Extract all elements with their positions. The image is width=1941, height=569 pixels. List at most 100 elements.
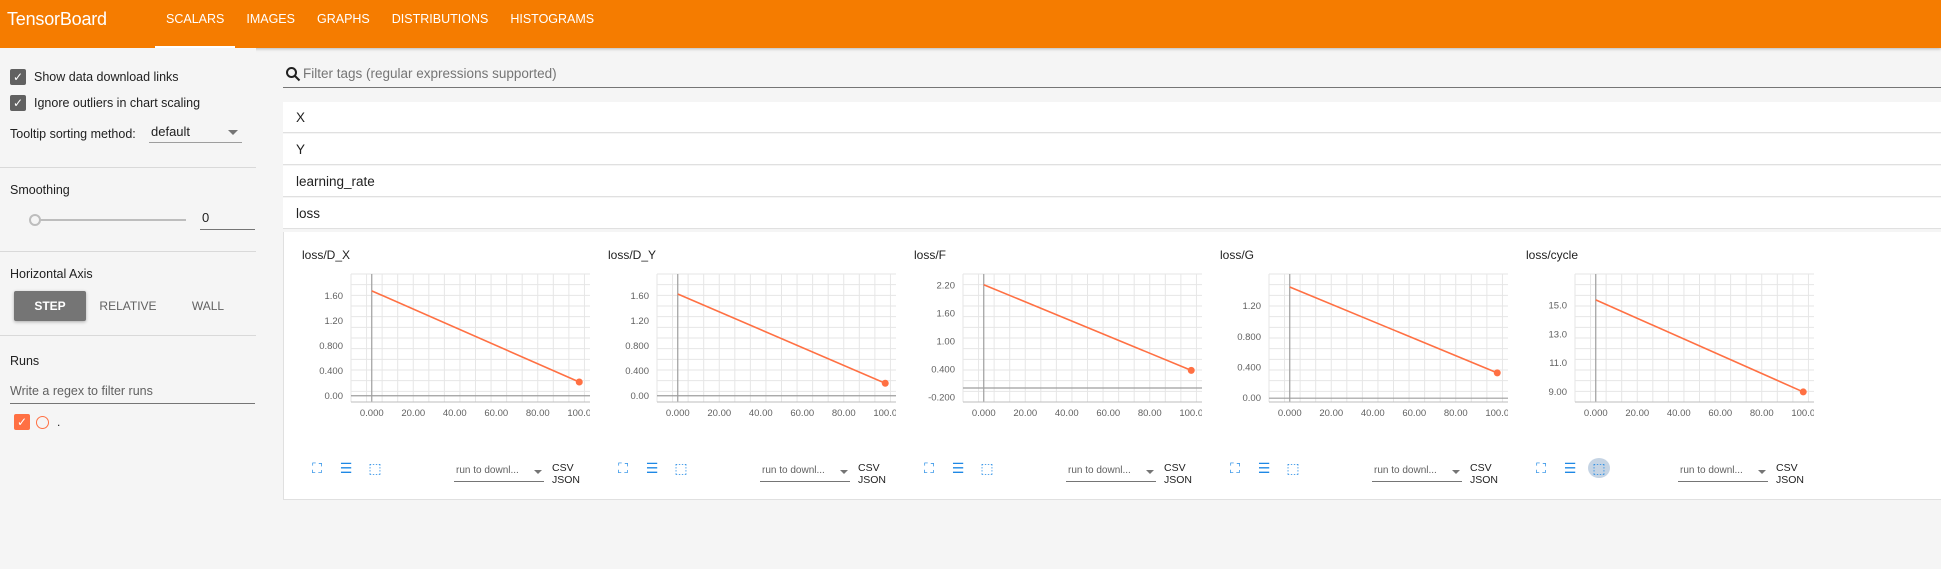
run-download-select[interactable]: run to downl... [454, 460, 544, 482]
chart-title: loss/D_Y [608, 248, 657, 262]
fullscreen-icon[interactable]: ⛶ [306, 458, 328, 478]
category-loss[interactable]: loss [283, 198, 1941, 229]
x-tick-label: 0.000 [666, 408, 690, 419]
smoothing-input[interactable]: 0 [200, 206, 255, 230]
x-tick-label: 0.000 [360, 408, 384, 419]
tab-graphs[interactable]: GRAPHS [306, 0, 381, 48]
series-endpoint [575, 378, 583, 386]
tooltip-sorting-select[interactable]: default [149, 121, 242, 143]
x-tick-label: 20.00 [1319, 408, 1343, 419]
chart-card: loss/D_Y 1.60 1.20 0.800 0.400 0.00 0.000 20.00… [590, 232, 896, 500]
line-chart: 1.60 1.20 0.800 0.400 0.00 0.000 20.00 40.00 60.… [319, 273, 590, 419]
x-tick-label: 40.00 [1361, 408, 1385, 419]
y-tick-label: 1.20 [631, 316, 650, 327]
csv-json-links[interactable]: CSV JSON [1776, 462, 1814, 486]
y-tick-label: 0.400 [319, 366, 343, 377]
x-tick-label: 100.0 [1791, 408, 1814, 419]
dropdown-arrow-icon [840, 470, 848, 474]
show-download-links-checkbox[interactable]: ✓ Show data download links [10, 69, 179, 85]
y-tick-label: 9.00 [1549, 387, 1568, 398]
x-tick-label: 100.0 [1179, 408, 1202, 419]
tab-scalars[interactable]: SCALARS [155, 0, 236, 48]
y-tick-label: 0.00 [1243, 393, 1262, 404]
axis-step-button[interactable]: STEP [14, 291, 86, 321]
series-endpoint [1799, 388, 1807, 396]
dropdown-arrow-icon [534, 470, 542, 474]
run-download-select[interactable]: run to downl... [1678, 460, 1768, 482]
x-tick-label: 80.00 [1750, 408, 1774, 419]
tooltip-sorting-label: Tooltip sorting method: [10, 127, 136, 141]
dropdown-arrow-icon [1146, 470, 1154, 474]
tooltip-sorting-value: default [151, 124, 191, 139]
toggle-log-scale-icon[interactable]: ☰ [641, 458, 663, 478]
tag-filter-input[interactable]: Filter tags (regular expressions support… [283, 62, 1941, 88]
run-download-select[interactable]: run to downl... [1372, 460, 1462, 482]
x-tick-label: 40.00 [1667, 408, 1691, 419]
axis-relative-button[interactable]: RELATIVE [92, 291, 164, 321]
fit-domain-icon[interactable]: ⬚ [670, 458, 692, 478]
y-tick-label: 1.00 [937, 336, 956, 347]
fit-domain-icon[interactable]: ⬚ [1282, 458, 1304, 478]
x-tick-label: 20.00 [1625, 408, 1649, 419]
run-name: . [57, 415, 61, 429]
tab-histograms[interactable]: HISTOGRAMS [499, 0, 605, 48]
run-download-select[interactable]: run to downl... [1066, 460, 1156, 482]
x-tick-label: 100.0 [567, 408, 590, 419]
fit-domain-icon[interactable]: ⬚ [364, 458, 386, 478]
axis-wall-button[interactable]: WALL [172, 291, 244, 321]
y-tick-label: 0.800 [319, 341, 343, 352]
runs-filter-input[interactable]: Write a regex to filter runs [10, 380, 255, 404]
y-tick-label: 1.60 [937, 309, 956, 320]
toggle-log-scale-icon[interactable]: ☰ [947, 458, 969, 478]
csv-json-links[interactable]: CSV JSON [552, 462, 590, 486]
category-learning-rate[interactable]: learning_rate [283, 166, 1941, 197]
chart-toolbar: ⛶ ☰ ⬚ [612, 458, 692, 478]
smoothing-slider-track[interactable] [34, 219, 186, 221]
chart-title: loss/F [914, 248, 947, 262]
tag-filter-placeholder: Filter tags (regular expressions support… [303, 66, 557, 81]
fit-domain-icon[interactable]: ⬚ [976, 458, 998, 478]
x-tick-label: 80.00 [1444, 408, 1468, 419]
chart-toolbar: ⛶ ☰ ⬚ [1530, 458, 1610, 478]
y-tick-label: 1.20 [1243, 301, 1262, 312]
smoothing-slider-knob[interactable] [29, 214, 41, 226]
fit-domain-icon[interactable]: ⬚ [1588, 458, 1610, 478]
x-tick-label: 60.00 [1096, 408, 1120, 419]
tab-images[interactable]: IMAGES [235, 0, 306, 48]
y-tick-label: 0.400 [1237, 363, 1261, 374]
x-tick-label: 80.00 [832, 408, 856, 419]
run-download-select[interactable]: run to downl... [760, 460, 850, 482]
chart-title: loss/cycle [1526, 248, 1579, 262]
category-y[interactable]: Y [283, 134, 1941, 165]
x-tick-label: 0.000 [1584, 408, 1608, 419]
run-checkbox-icon[interactable]: ✓ [14, 414, 30, 430]
tab-distributions[interactable]: DISTRIBUTIONS [381, 0, 500, 48]
fullscreen-icon[interactable]: ⛶ [612, 458, 634, 478]
y-tick-label: 1.20 [325, 316, 344, 327]
toggle-log-scale-icon[interactable]: ☰ [335, 458, 357, 478]
y-tick-label: -0.200 [928, 392, 955, 403]
line-chart: 1.60 1.20 0.800 0.400 0.00 0.000 20.00 40.00 60.… [625, 273, 896, 419]
y-tick-label: 0.00 [631, 391, 650, 402]
line-chart: 15.0 13.0 11.0 9.00 0.000 20.00 40.00 60.00 80.0… [1549, 273, 1814, 419]
y-tick-label: 0.400 [931, 364, 955, 375]
csv-json-links[interactable]: CSV JSON [1470, 462, 1508, 486]
chart-card: loss/D_X 1.60 1.20 0.800 0.400 0.00 0.000 20.00… [284, 232, 590, 500]
series-endpoint [1187, 366, 1195, 374]
chart-card: loss/F 2.20 1.60 1.00 0.400 -0.200 0.000 20.00 4… [896, 232, 1202, 500]
fullscreen-icon[interactable]: ⛶ [918, 458, 940, 478]
x-tick-label: 60.00 [484, 408, 508, 419]
toggle-log-scale-icon[interactable]: ☰ [1559, 458, 1581, 478]
csv-json-links[interactable]: CSV JSON [858, 462, 896, 486]
y-tick-label: 1.60 [631, 291, 650, 302]
app-title: TensorBoard [7, 9, 107, 29]
y-tick-label: 13.0 [1549, 329, 1568, 340]
category-x[interactable]: X [283, 102, 1941, 133]
chart-title: loss/G [1220, 248, 1255, 262]
csv-json-links[interactable]: CSV JSON [1164, 462, 1202, 486]
fullscreen-icon[interactable]: ⛶ [1224, 458, 1246, 478]
toggle-log-scale-icon[interactable]: ☰ [1253, 458, 1275, 478]
fullscreen-icon[interactable]: ⛶ [1530, 458, 1552, 478]
run-item[interactable]: ✓ . [14, 414, 60, 430]
ignore-outliers-checkbox[interactable]: ✓ Ignore outliers in chart scaling [10, 95, 200, 111]
